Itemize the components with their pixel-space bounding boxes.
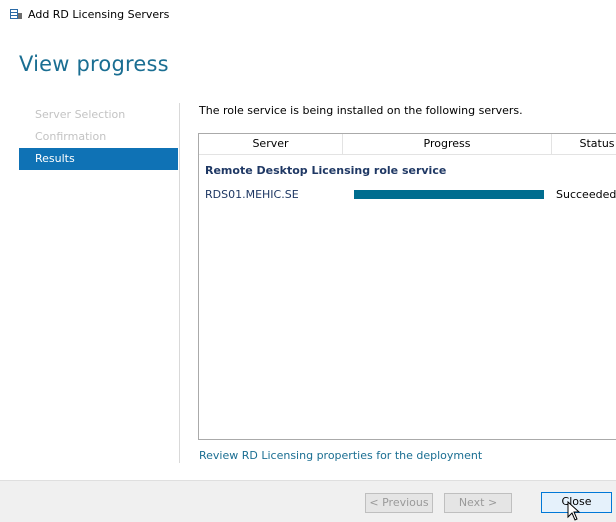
column-header-server[interactable]: Server: [199, 134, 343, 154]
column-header-status[interactable]: Status: [552, 134, 616, 154]
footer-bar: < Previous Next > Close: [0, 480, 616, 522]
nav-divider: [179, 103, 180, 463]
title-bar: Add RD Licensing Servers: [0, 0, 616, 30]
review-properties-link[interactable]: Review RD Licensing properties for the d…: [199, 449, 482, 462]
row-status: Succeeded: [556, 188, 616, 201]
server-app-icon: [10, 9, 22, 19]
intro-text: The role service is being installed on t…: [199, 104, 523, 117]
row-progress-fill: [354, 190, 544, 199]
group-title: Remote Desktop Licensing role service: [205, 164, 447, 177]
column-header-progress[interactable]: Progress: [343, 134, 552, 154]
nav-item-results[interactable]: Results: [19, 148, 178, 170]
previous-button[interactable]: < Previous: [365, 493, 433, 513]
next-button[interactable]: Next >: [444, 493, 512, 513]
page-title: View progress: [19, 52, 169, 76]
row-server-name: RDS01.MEHIC.SE: [205, 188, 299, 201]
table-header: Server Progress Status: [199, 134, 616, 155]
wizard-nav: Server Selection Confirmation Results: [19, 104, 178, 170]
nav-item-confirmation: Confirmation: [35, 130, 107, 143]
nav-item-server-selection: Server Selection: [35, 108, 126, 121]
window-title: Add RD Licensing Servers: [28, 8, 170, 21]
results-table: Server Progress Status Remote Desktop Li…: [198, 133, 616, 440]
row-progress-bar: [354, 190, 544, 199]
mouse-pointer-icon: [567, 501, 581, 521]
